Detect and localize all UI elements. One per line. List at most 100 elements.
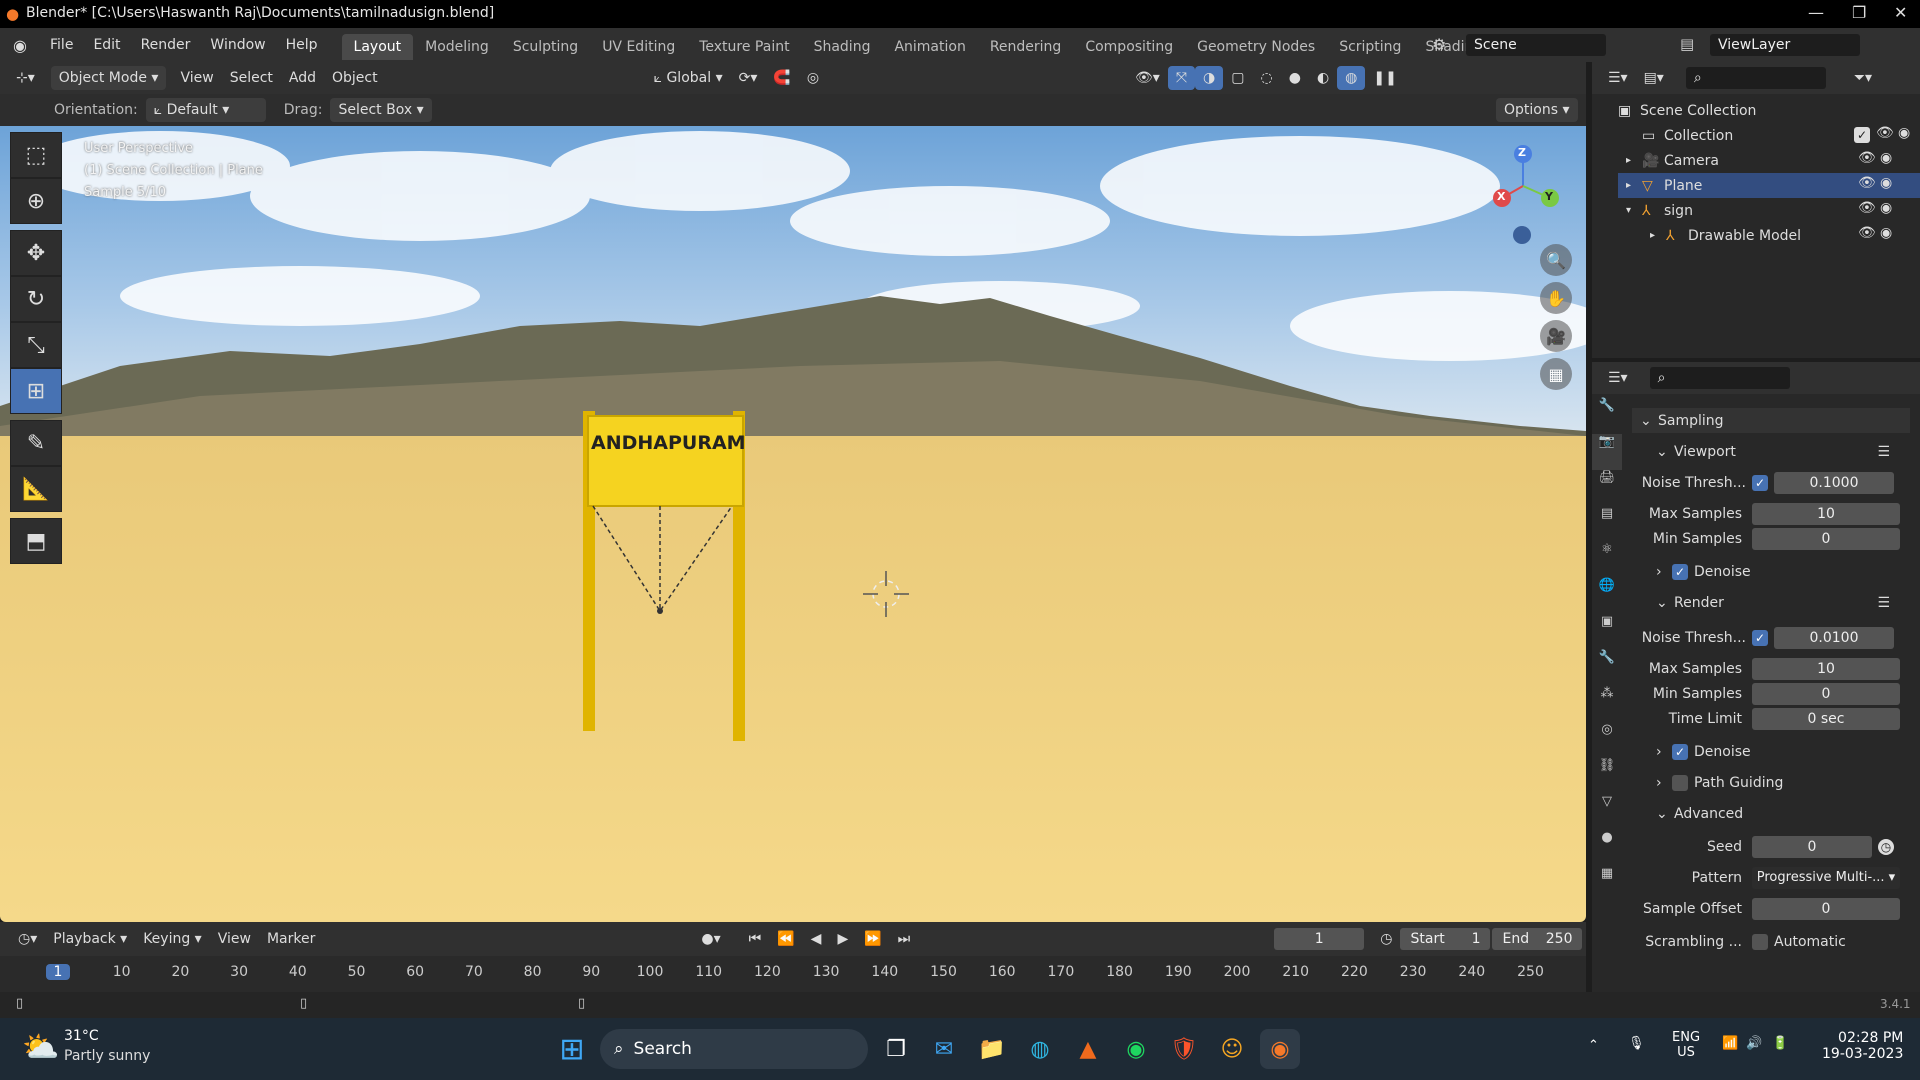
collection-eye-icon[interactable]: 👁 <box>1876 125 1894 141</box>
data-tab-icon[interactable]: ▽ <box>1592 794 1622 830</box>
pause-icon[interactable]: ❚❚ <box>1365 66 1404 90</box>
physics-tab-icon[interactable]: ◎ <box>1592 722 1622 758</box>
blender-menu-icon[interactable]: ◉ <box>0 36 40 55</box>
menu-view[interactable]: View <box>172 66 221 90</box>
vp-max-field[interactable]: 10 <box>1752 502 1900 525</box>
autokey-icon[interactable]: ●▾ <box>693 927 728 951</box>
weather-sun-icon[interactable]: ⛅ <box>22 1030 59 1065</box>
pattern-select[interactable]: Progressive Multi-... ▾ <box>1752 866 1900 889</box>
mail-icon[interactable]: ✉ <box>924 1029 964 1069</box>
cursor-tool-icon[interactable]: ⊕ <box>10 178 62 224</box>
options-button[interactable]: Options ▾ <box>1496 98 1578 122</box>
current-frame-field[interactable]: 1 <box>1274 928 1365 950</box>
tab-compositing[interactable]: Compositing <box>1073 34 1185 60</box>
r-max-field[interactable]: 10 <box>1752 657 1900 680</box>
filter-icon[interactable]: ⏷▾ <box>1846 66 1880 90</box>
scene-tab-icon[interactable]: ⚛ <box>1592 542 1622 578</box>
drag-select[interactable]: Select Box ▾ <box>330 98 432 122</box>
office-app-icon[interactable]: ▲ <box>1068 1029 1108 1069</box>
properties-editor-icon[interactable]: ☰▾ <box>1600 366 1636 390</box>
timeline-ruler[interactable]: 1 10 20 30 40 50 60 70 80 90 100 110 120 130 140 150 160… <box>0 956 1586 992</box>
menu-help[interactable]: Help <box>276 28 328 62</box>
automatic-checkbox[interactable] <box>1752 933 1768 950</box>
vp-denoise-row[interactable]: › ✓ Denoise <box>1632 559 1910 584</box>
outliner-item-camera[interactable]: ▸ 🎥 Camera 👁 ◉ <box>1618 148 1920 173</box>
microphone-icon[interactable]: 🎙 <box>1628 1036 1645 1051</box>
sign-render-icon[interactable]: ◉ <box>1880 200 1892 216</box>
outliner-item-sign[interactable]: ▾ ⅄ sign 👁 ◉ <box>1618 198 1920 223</box>
outliner-scene-collection[interactable]: ▣ Scene Collection <box>1618 98 1920 123</box>
material-shading-icon[interactable]: ◐ <box>1309 66 1337 90</box>
collection-checkbox[interactable]: ✓ <box>1854 127 1870 143</box>
overlay-toggle-icon[interactable]: ◑ <box>1195 66 1224 90</box>
wireframe-shading-icon[interactable]: ◌ <box>1253 66 1281 90</box>
modifier-tab-icon[interactable]: 🔧 <box>1592 650 1622 686</box>
jump-end-icon[interactable]: ⏭ <box>890 927 919 951</box>
rendered-shading-icon[interactable]: ◍ <box>1337 66 1366 90</box>
list-icon[interactable]: ☰ <box>1877 595 1890 611</box>
language-indicator[interactable]: ENG US <box>1672 1030 1700 1060</box>
play-reverse-icon[interactable]: ◀ <box>803 927 830 951</box>
xray-icon[interactable]: ▢ <box>1223 66 1252 90</box>
add-cube-tool-icon[interactable]: ⬒ <box>10 518 62 564</box>
tab-scripting[interactable]: Scripting <box>1327 34 1413 60</box>
material-tab-icon[interactable]: ● <box>1592 830 1622 866</box>
zoom-icon[interactable]: 🔍 <box>1540 244 1572 276</box>
properties-search-icon[interactable]: ⌕ <box>1649 367 1790 389</box>
3d-viewport[interactable]: ANDHAPURAM User Perspective (1) Scene Co… <box>0 126 1586 922</box>
plane-eye-icon[interactable]: 👁 <box>1858 175 1876 191</box>
r-denoise-checkbox[interactable]: ✓ <box>1672 743 1688 760</box>
outliner-search-icon[interactable]: ⌕ <box>1685 67 1826 89</box>
task-view-icon[interactable]: ❐ <box>876 1029 916 1069</box>
world-tab-icon[interactable]: 🌐 <box>1592 578 1622 614</box>
transform-orientation[interactable]: ⟀ Global ▾ <box>646 66 731 90</box>
viewport-subpanel-header[interactable]: ⌄ Viewport ☰ <box>1632 439 1910 464</box>
maximize-icon[interactable]: ❐ <box>1852 3 1866 22</box>
r-noise-checkbox[interactable]: ✓ <box>1752 629 1768 646</box>
r-denoise-row[interactable]: › ✓ Denoise <box>1632 739 1910 764</box>
path-guiding-checkbox[interactable] <box>1672 774 1688 791</box>
time-limit-field[interactable]: 0 sec <box>1752 707 1900 730</box>
select-box-tool-icon[interactable]: ⬚ <box>10 132 62 178</box>
menu-edit[interactable]: Edit <box>83 28 130 62</box>
display-mode-icon[interactable]: ▤▾ <box>1636 66 1672 90</box>
view-layer-tab-icon[interactable]: ▤ <box>1592 506 1622 542</box>
blender-taskbar-icon[interactable]: ◉ <box>1260 1029 1300 1069</box>
scene-name[interactable]: Scene <box>1466 34 1606 56</box>
timer-icon[interactable]: ◷ <box>1372 927 1400 951</box>
path-guiding-row[interactable]: › Path Guiding <box>1632 770 1910 795</box>
view-layer-name[interactable]: ViewLayer <box>1710 34 1860 56</box>
seed-clock-icon[interactable]: ◷ <box>1878 838 1894 855</box>
tab-animation[interactable]: Animation <box>882 34 977 60</box>
drawable-render-icon[interactable]: ◉ <box>1880 225 1892 241</box>
tab-layout[interactable]: Layout <box>341 34 414 60</box>
outliner-item-drawable-model[interactable]: ▸ ⅄ Drawable Model 👁 ◉ <box>1618 223 1920 248</box>
outliner-item-plane[interactable]: ▸ ▽ Plane 👁 ◉ <box>1618 173 1920 198</box>
render-subpanel-header[interactable]: ⌄ Render ☰ <box>1632 590 1910 615</box>
vp-noise-checkbox[interactable]: ✓ <box>1752 474 1768 491</box>
camera-view-icon[interactable]: 🎥 <box>1540 320 1572 352</box>
advanced-subpanel-header[interactable]: ⌄ Advanced <box>1632 801 1910 826</box>
menu-render[interactable]: Render <box>131 28 201 62</box>
orientation-select[interactable]: ⟀ Default ▾ <box>145 98 266 122</box>
scale-tool-icon[interactable]: ⤡ <box>10 322 62 368</box>
ortho-grid-icon[interactable]: ▦ <box>1540 358 1572 390</box>
texture-tab-icon[interactable]: ▦ <box>1592 866 1622 902</box>
tray-chevron-icon[interactable]: ⌃ <box>1588 1038 1599 1053</box>
volume-icon[interactable]: 🔊 <box>1746 1036 1762 1051</box>
r-noise-field[interactable]: 0.0100 <box>1774 626 1894 649</box>
pivot-icon[interactable]: ⟳▾ <box>731 66 766 90</box>
collapse-icon[interactable]: ▾ <box>1626 205 1642 216</box>
constraints-tab-icon[interactable]: ⛓ <box>1592 758 1622 794</box>
minimize-icon[interactable]: — <box>1808 3 1824 22</box>
vp-noise-field[interactable]: 0.1000 <box>1774 471 1894 494</box>
tab-rendering[interactable]: Rendering <box>978 34 1074 60</box>
clock[interactable]: 02:28 PM 19-03-2023 <box>1822 1030 1903 1062</box>
next-key-icon[interactable]: ⏩ <box>856 927 889 951</box>
rotate-tool-icon[interactable]: ↻ <box>10 276 62 322</box>
battery-icon[interactable]: 🔋 <box>1772 1036 1788 1051</box>
tab-uv-editing[interactable]: UV Editing <box>590 34 687 60</box>
outliner-item-collection[interactable]: ▭ Collection ✓ 👁 ◉ <box>1618 123 1920 148</box>
drawable-eye-icon[interactable]: 👁 <box>1858 225 1876 241</box>
playback-menu[interactable]: Playback ▾ <box>45 927 135 951</box>
